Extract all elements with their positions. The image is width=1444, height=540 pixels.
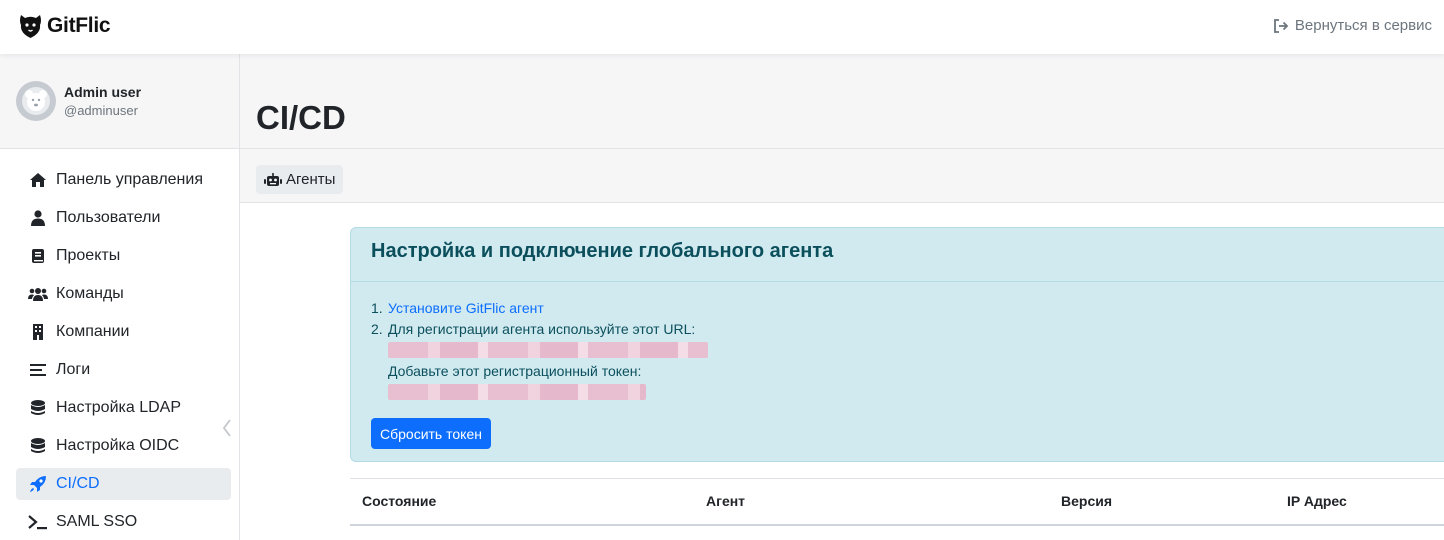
sidebar-item-ldap[interactable]: Настройка LDAP	[16, 392, 231, 424]
bear-logo-icon	[20, 15, 41, 38]
sidebar-item-teams[interactable]: Команды	[16, 278, 231, 310]
sidebar-item-users[interactable]: Пользователи	[16, 202, 231, 234]
sidebar-item-label: Настройка OIDC	[56, 437, 180, 454]
sidebar-item-label: Компании	[56, 323, 130, 340]
users-icon	[28, 284, 48, 304]
bear-avatar-icon	[22, 87, 50, 115]
database-icon	[28, 436, 48, 456]
home-icon	[28, 170, 48, 190]
avatar[interactable]	[16, 81, 56, 121]
step-1: 1. Установите GitFlic агент	[371, 298, 708, 319]
sidebar-item-saml-sso[interactable]: SAML SSO	[16, 506, 231, 538]
sign-out-icon	[1273, 18, 1289, 33]
sidebar-item-label: Команды	[56, 285, 124, 302]
back-to-service-label: Вернуться в сервис	[1294, 17, 1432, 34]
sidebar-item-label: Проекты	[56, 247, 121, 264]
sidebar-item-cicd[interactable]: CI/CD	[16, 468, 231, 500]
sidebar-item-oidc[interactable]: Настройка OIDC	[16, 430, 231, 462]
robot-icon	[264, 172, 282, 186]
setup-title: Настройка и подключение глобального аген…	[371, 240, 834, 262]
top-bar: GitFlic Вернуться в сервис	[0, 0, 1444, 54]
sidebar-item-label: Панель управления	[56, 171, 203, 188]
divider	[351, 281, 1444, 282]
book-icon	[28, 246, 48, 266]
sidebar-item-label: Логи	[56, 361, 91, 378]
sidebar-item-dashboard[interactable]: Панель управления	[16, 164, 231, 196]
install-agent-link[interactable]: Установите GitFlic агент	[388, 298, 544, 319]
column-header-version: Версия	[1061, 493, 1113, 509]
sidebar-item-label: Настройка LDAP	[56, 399, 182, 416]
rocket-icon	[28, 474, 48, 494]
gitflic-logo[interactable]: GitFlic	[19, 13, 111, 39]
sidebar-item-companies[interactable]: Компании	[16, 316, 231, 348]
registration-url-text: Для регистрации агента используйте этот …	[388, 321, 696, 337]
list-icon	[28, 360, 48, 380]
sidebar-nav: Панель управления Пользователи Проекты К…	[0, 149, 239, 538]
page-title: CI/CD	[256, 99, 346, 136]
sidebar-collapse-toggle[interactable]	[219, 416, 235, 440]
user-profile: Admin user @adminuser	[0, 54, 239, 149]
page-header: CI/CD	[240, 54, 1444, 149]
sidebar: Admin user @adminuser Панель управления …	[0, 54, 240, 540]
agents-table-header: Состояние Агент Версия IP Адрес	[350, 478, 1444, 526]
user-handle: @adminuser	[64, 103, 138, 118]
sidebar-item-logs[interactable]: Логи	[16, 354, 231, 386]
user-icon	[28, 208, 48, 228]
terminal-icon	[28, 512, 48, 532]
tabs-bar: Агенты	[240, 149, 1444, 203]
token-text: Добавьте этот регистрационный токен:	[388, 363, 642, 379]
main-content: Настройка и подключение глобального аген…	[240, 203, 1444, 540]
sidebar-item-label: CI/CD	[56, 475, 100, 492]
tab-label: Агенты	[286, 171, 336, 188]
logo-text: GitFlic	[47, 14, 111, 37]
sidebar-item-projects[interactable]: Проекты	[16, 240, 231, 272]
step-2: 2. Для регистрации агента используйте эт…	[371, 319, 708, 340]
building-icon	[28, 322, 48, 342]
column-header-status: Состояние	[362, 493, 437, 509]
setup-steps: 1. Установите GitFlic агент 2. Для регис…	[371, 298, 708, 403]
sidebar-item-label: SAML SSO	[56, 513, 138, 530]
back-to-service-link[interactable]: Вернуться в сервис	[1273, 17, 1432, 34]
sidebar-item-label: Пользователи	[56, 209, 161, 226]
user-name: Admin user	[64, 84, 142, 100]
column-header-agent: Агент	[706, 493, 746, 509]
tab-agents[interactable]: Агенты	[256, 165, 344, 194]
database-icon	[28, 398, 48, 418]
registration-token-redacted[interactable]	[388, 384, 646, 400]
agent-setup-panel: Настройка и подключение глобального аген…	[350, 227, 1444, 462]
chevron-left-icon	[222, 419, 231, 437]
registration-url-redacted[interactable]	[388, 342, 708, 358]
reset-token-button[interactable]: Сбросить токен	[371, 418, 491, 449]
column-header-ip-address: IP Адрес	[1287, 493, 1347, 509]
